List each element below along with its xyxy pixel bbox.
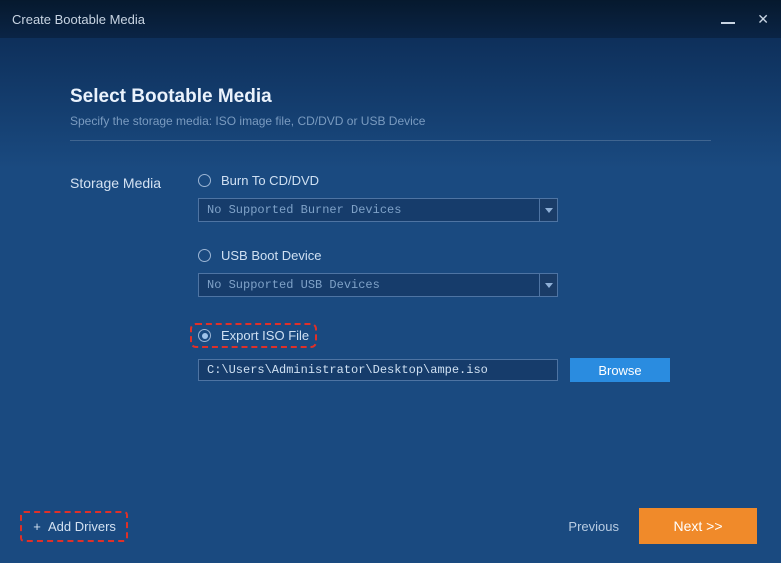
close-button[interactable]: ✕ [757, 11, 769, 28]
radio-row-usb[interactable]: USB Boot Device [198, 248, 711, 263]
footer-right: Previous Next >> [568, 508, 757, 544]
window-controls: ✕ [721, 11, 769, 28]
browse-button[interactable]: Browse [570, 358, 670, 382]
option-usb: USB Boot Device No Supported USB Devices [198, 248, 711, 297]
radio-label-cd: Burn To CD/DVD [221, 173, 319, 188]
main-content: Select Bootable Media Specify the storag… [0, 38, 781, 408]
page-title: Select Bootable Media [70, 86, 711, 108]
chevron-down-icon [545, 283, 553, 288]
option-iso: Export ISO File C:\Users\Administrator\D… [198, 323, 711, 382]
dropdown-usb-arrow[interactable] [539, 274, 557, 296]
highlight-iso: Export ISO File [190, 323, 317, 348]
options-column: Burn To CD/DVD No Supported Burner Devic… [198, 173, 711, 408]
add-drivers-label: Add Drivers [48, 519, 116, 534]
dropdown-usb[interactable]: No Supported USB Devices [198, 273, 558, 297]
plus-icon: + [32, 519, 42, 534]
iso-path-row: C:\Users\Administrator\Desktop\ampe.iso … [198, 358, 711, 382]
radio-label-iso: Export ISO File [221, 328, 309, 343]
dropdown-cd[interactable]: No Supported Burner Devices [198, 198, 558, 222]
dropdown-cd-arrow[interactable] [539, 199, 557, 221]
radio-row-cd[interactable]: Burn To CD/DVD [198, 173, 711, 188]
minimize-icon [721, 22, 735, 24]
radio-iso[interactable] [198, 329, 211, 342]
iso-path-input[interactable]: C:\Users\Administrator\Desktop\ampe.iso [198, 359, 558, 381]
dropdown-cd-text: No Supported Burner Devices [199, 199, 539, 221]
next-button[interactable]: Next >> [639, 508, 757, 544]
minimize-button[interactable] [721, 11, 735, 27]
footer: + Add Drivers Previous Next >> [0, 503, 781, 563]
radio-usb[interactable] [198, 249, 211, 262]
add-drivers-button[interactable]: + Add Drivers [20, 511, 128, 542]
storage-media-label: Storage Media [70, 173, 198, 408]
option-cd: Burn To CD/DVD No Supported Burner Devic… [198, 173, 711, 222]
radio-label-usb: USB Boot Device [221, 248, 321, 263]
dropdown-usb-text: No Supported USB Devices [199, 274, 539, 296]
previous-button[interactable]: Previous [568, 519, 619, 534]
titlebar: Create Bootable Media ✕ [0, 0, 781, 38]
page-subtitle: Specify the storage media: ISO image fil… [70, 114, 711, 128]
radio-cd[interactable] [198, 174, 211, 187]
divider [70, 140, 711, 141]
form-area: Storage Media Burn To CD/DVD No Supporte… [70, 173, 711, 408]
window-title: Create Bootable Media [12, 12, 145, 27]
chevron-down-icon [545, 208, 553, 213]
